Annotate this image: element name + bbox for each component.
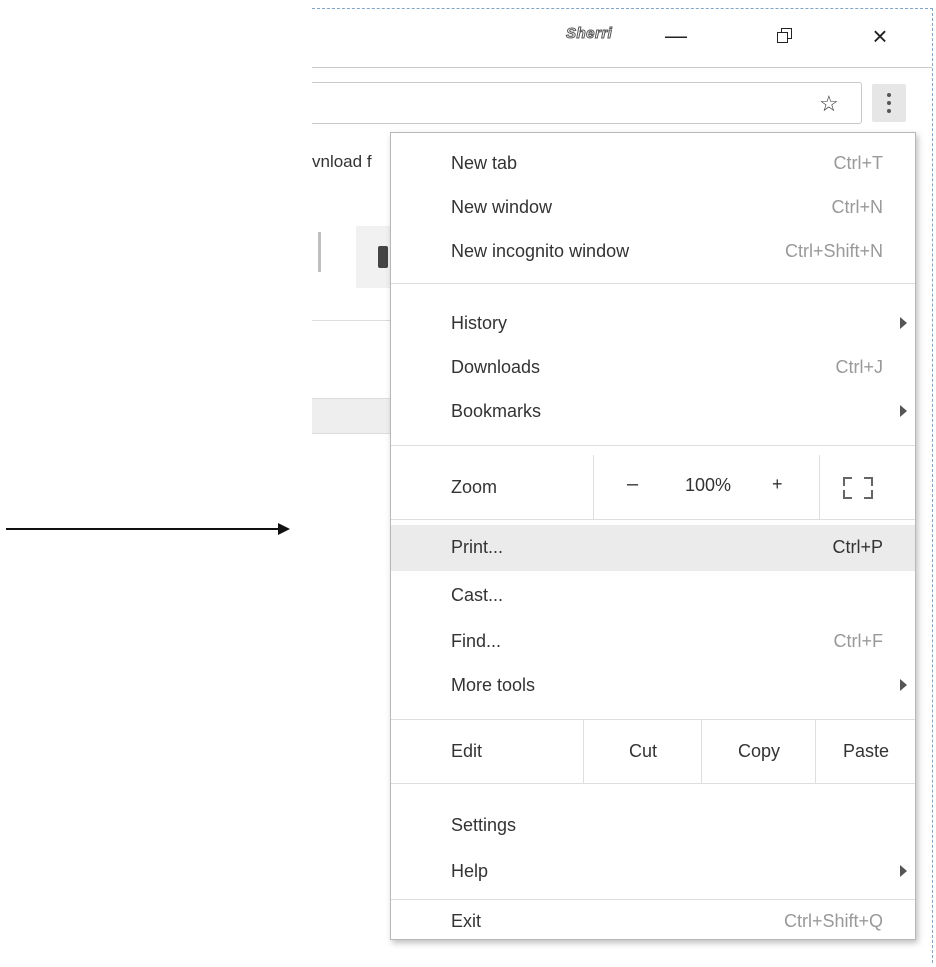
zoom-in-button[interactable]: +: [772, 474, 783, 495]
menu-item-cast[interactable]: Cast...: [391, 573, 915, 619]
profile-name[interactable]: Sherri: [565, 25, 612, 43]
menu-item-help[interactable]: Help: [391, 849, 915, 895]
minimize-icon: —: [665, 23, 687, 48]
menu-separator: [391, 899, 915, 900]
paste-button[interactable]: Paste: [815, 719, 916, 783]
menu-item-settings[interactable]: Settings: [391, 803, 915, 849]
menu-item-exit[interactable]: Exit Ctrl+Shift+Q: [391, 903, 915, 939]
page-divider: [318, 232, 321, 272]
submenu-arrow-icon: [900, 865, 907, 877]
submenu-arrow-icon: [900, 679, 907, 691]
restore-icon: [777, 28, 793, 44]
copy-button[interactable]: Copy: [701, 719, 816, 783]
minimize-button[interactable]: —: [656, 19, 696, 53]
zoom-row: Zoom – 100% +: [391, 455, 915, 519]
zoom-out-button[interactable]: –: [627, 473, 638, 496]
close-button[interactable]: ×: [860, 19, 900, 53]
star-icon[interactable]: ☆: [819, 91, 839, 117]
close-icon: ×: [872, 20, 888, 51]
menu-item-find[interactable]: Find... Ctrl+F: [391, 619, 915, 665]
menu-item-more-tools[interactable]: More tools: [391, 663, 915, 709]
toolbar-divider: [312, 67, 932, 68]
edit-label: Edit: [451, 741, 483, 761]
menu-separator: [391, 283, 915, 284]
menu-item-downloads[interactable]: Downloads Ctrl+J: [391, 345, 915, 391]
zoom-label: Zoom: [451, 477, 498, 497]
title-bar: Sherri — ×: [312, 9, 932, 63]
menu-item-history[interactable]: History: [391, 301, 915, 347]
fullscreen-icon: [843, 477, 873, 499]
zoom-level: 100%: [685, 475, 732, 495]
menu-separator: [391, 445, 915, 446]
menu-item-new-incognito-window[interactable]: New incognito window Ctrl+Shift+N: [391, 229, 915, 275]
menu-item-new-tab[interactable]: New tab Ctrl+T: [391, 141, 915, 187]
page-bar: [312, 398, 392, 434]
bookmark-fragment[interactable]: vnload f: [312, 152, 372, 172]
chrome-menu: New tab Ctrl+T New window Ctrl+N New inc…: [390, 132, 916, 940]
submenu-arrow-icon: [900, 317, 907, 329]
pointer-arrow: [6, 528, 280, 530]
cut-button[interactable]: Cut: [583, 719, 702, 783]
menu-button[interactable]: [872, 84, 906, 122]
page-separator: [312, 320, 392, 321]
restore-button[interactable]: [765, 19, 805, 53]
menu-item-bookmarks[interactable]: Bookmarks: [391, 389, 915, 435]
menu-separator: [391, 783, 915, 784]
edit-row: Edit Cut Copy Paste: [391, 719, 915, 783]
menu-separator: [391, 519, 915, 520]
page-icon: [378, 246, 388, 268]
menu-item-print[interactable]: Print... Ctrl+P: [391, 525, 915, 571]
address-bar[interactable]: ☆: [312, 82, 862, 124]
three-dot-menu-icon: [887, 93, 891, 97]
arrow-head-icon: [278, 523, 290, 535]
submenu-arrow-icon: [900, 405, 907, 417]
menu-item-new-window[interactable]: New window Ctrl+N: [391, 185, 915, 231]
